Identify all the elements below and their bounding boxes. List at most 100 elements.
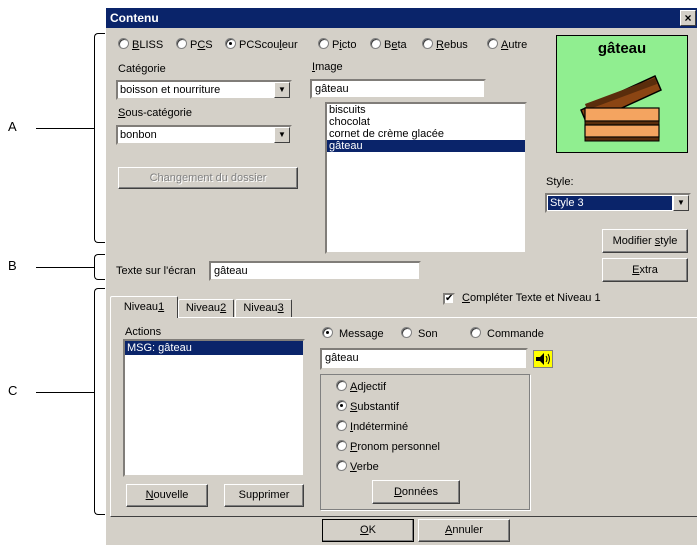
word-type-radio[interactable]: Pronom personnel <box>336 440 440 453</box>
symbol-set-label-post: utre <box>508 39 528 51</box>
symbol-set-label-post: eur <box>281 39 298 51</box>
completer-checkbox[interactable]: ✔ <box>443 293 455 305</box>
radio-button[interactable] <box>336 380 347 391</box>
close-icon[interactable]: × <box>680 10 696 26</box>
contenu-dialog: Contenu × BLISS PCS PCScouleur Picto Beta Reb… <box>105 8 697 545</box>
modifier-style-button[interactable]: Modifier style <box>602 229 688 253</box>
radio-button[interactable] <box>470 327 481 338</box>
radio-button[interactable] <box>336 440 347 451</box>
symbol-set-radio[interactable]: PCS <box>176 38 213 51</box>
action-type-label: Commande <box>487 328 544 340</box>
radio-button[interactable] <box>118 38 129 49</box>
symbol-set-radio[interactable]: Beta <box>370 38 407 51</box>
radio-button[interactable] <box>336 420 347 431</box>
nouvelle-button[interactable]: Nouvelle <box>126 484 208 507</box>
title-bar: Contenu × <box>106 8 697 28</box>
word-type-label-post: erbe <box>356 461 379 473</box>
radio-button[interactable] <box>318 38 329 49</box>
actions-list: MSG: gâteau <box>125 341 303 355</box>
word-type-label-post: ubstantif <box>357 401 399 413</box>
word-type-radio[interactable]: Adjectif <box>336 380 386 393</box>
categorie-label: Catégorie <box>118 63 166 75</box>
radio-button[interactable] <box>336 400 347 411</box>
symbol-set-label-post: LISS <box>139 39 164 51</box>
image-list-item[interactable]: gâteau <box>327 140 525 152</box>
texte-ecran-field[interactable]: gâteau <box>209 261 421 281</box>
annotation-a-line <box>36 128 94 129</box>
style-select[interactable]: Style 3 ▼ <box>545 193 691 213</box>
ok-button[interactable]: OK <box>322 519 414 542</box>
sous-categorie-select[interactable]: bonbon ▼ <box>116 125 292 145</box>
annuler-button[interactable]: Annuler <box>418 519 510 542</box>
annotation-c-line <box>36 392 94 393</box>
symbol-set-label-pre: PCScou <box>239 39 280 51</box>
preview-caption: gâteau <box>597 40 647 57</box>
symbol-set-radio[interactable]: Picto <box>318 38 356 51</box>
symbol-set-label-post: cto <box>341 39 357 51</box>
chevron-down-icon[interactable]: ▼ <box>274 82 290 98</box>
symbol-set-radio[interactable]: BLISS <box>118 38 163 51</box>
radio-button[interactable] <box>401 327 412 338</box>
donnees-button[interactable]: Données <box>372 480 460 504</box>
chevron-down-icon[interactable]: ▼ <box>673 195 689 211</box>
sous-categorie-label: Sous-catégorie <box>118 107 192 119</box>
changement-dossier-button[interactable]: Changement du dossier <box>118 167 298 189</box>
annotation-b: B <box>8 258 17 273</box>
image-list-item[interactable]: chocolat <box>327 116 525 128</box>
radio-button[interactable] <box>322 327 333 338</box>
tab-niveau3[interactable]: Niveau3 <box>235 299 292 317</box>
action-type-radio[interactable]: Commande <box>470 327 544 340</box>
symbol-set-radio[interactable]: Autre <box>487 38 527 51</box>
word-type-radio[interactable]: Substantif <box>336 400 399 413</box>
radio-button[interactable] <box>336 460 347 471</box>
speaker-icon-graphic <box>536 353 550 365</box>
radio-button[interactable] <box>487 38 498 49</box>
radio-button[interactable] <box>422 38 433 49</box>
radio-button[interactable] <box>176 38 187 49</box>
sous-categorie-value: bonbon <box>120 129 157 141</box>
tab-niveau2[interactable]: Niveau2 <box>178 299 234 317</box>
image-name-field[interactable]: gâteau <box>310 79 486 99</box>
symbol-set-label-post: ta <box>397 39 407 51</box>
completer-label: Compléter Texte et Niveau 1 <box>462 292 601 304</box>
image-list: biscuits chocolat cornet de crème glacée gâ… <box>327 104 525 152</box>
action-type-radio[interactable]: Son <box>401 327 438 340</box>
style-label: Style: <box>546 176 574 188</box>
tab-niveau1[interactable]: Niveau1 <box>110 296 178 318</box>
symbol-set-radio[interactable]: Rebus <box>422 38 468 51</box>
annotation-a: A <box>8 119 17 134</box>
message-field[interactable]: gâteau <box>320 348 528 370</box>
action-type-label: Son <box>418 328 438 340</box>
action-type-label: Message <box>339 328 384 340</box>
actions-listbox[interactable]: MSG: gâteau <box>123 339 305 477</box>
word-type-radio[interactable]: Indéterminé <box>336 420 408 433</box>
categorie-value: boisson et nourriture <box>120 84 221 96</box>
word-type-label-post: ndéterminé <box>353 421 409 433</box>
image-list-item[interactable]: cornet de crème glacée <box>327 128 525 140</box>
texte-ecran-label: Texte sur l'écran <box>116 265 196 277</box>
window-title: Contenu <box>110 11 159 25</box>
radio-button[interactable] <box>225 38 236 49</box>
image-listbox[interactable]: biscuits chocolat cornet de crème glacée gâ… <box>325 102 527 254</box>
supprimer-button[interactable]: Supprimer <box>224 484 304 507</box>
action-list-item[interactable]: MSG: gâteau <box>125 341 303 355</box>
word-type-label-post: djectif <box>357 381 387 393</box>
extra-button[interactable]: Extra <box>602 258 688 282</box>
cake-slice-icon <box>580 74 662 142</box>
annotation-b-line <box>36 267 94 268</box>
chevron-down-icon[interactable]: ▼ <box>274 127 290 143</box>
style-value: Style 3 <box>548 196 672 210</box>
action-type-radio[interactable]: Message <box>322 327 384 340</box>
symbol-set-radio[interactable]: PCScouleur <box>225 38 298 51</box>
categorie-select[interactable]: boisson et nourriture ▼ <box>116 80 292 100</box>
word-type-radio[interactable]: Verbe <box>336 460 379 473</box>
symbol-set-label-mnemonic: R <box>436 39 444 51</box>
annotation-c: C <box>8 383 18 398</box>
word-type-label-post: ronom personnel <box>357 441 440 453</box>
image-list-item[interactable]: biscuits <box>327 104 525 116</box>
radio-button[interactable] <box>370 38 381 49</box>
symbol-preview: gâteau <box>556 35 688 153</box>
image-label: Image <box>312 61 343 73</box>
speaker-icon[interactable] <box>533 350 553 368</box>
symbol-set-label-post: ebus <box>443 39 468 51</box>
